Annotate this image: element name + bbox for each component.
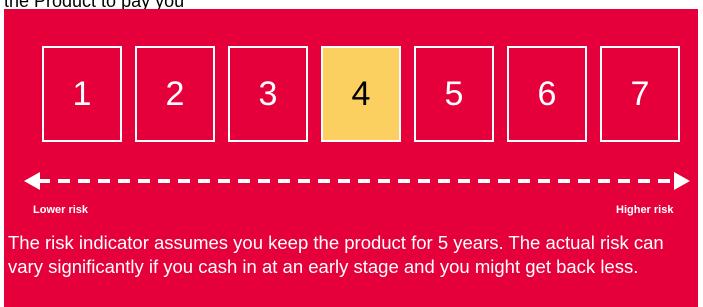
lower-risk-label: Lower risk bbox=[33, 204, 89, 216]
risk-class-box: 7 bbox=[600, 46, 680, 142]
risk-note: The risk indicator assumes you keep the … bbox=[8, 232, 664, 277]
arrow-right-icon bbox=[674, 172, 690, 190]
risk-class-box: 5 bbox=[414, 46, 494, 142]
risk-class-box-selected: 4 bbox=[321, 46, 401, 142]
risk-class-box: 2 bbox=[135, 46, 215, 142]
risk-indicator-page: the Product to pay you 1 2 3 4 5 6 7 Low… bbox=[0, 0, 703, 307]
risk-class-box: 6 bbox=[507, 46, 587, 142]
risk-indicator-panel: 1 2 3 4 5 6 7 Lower risk Higher risk The… bbox=[4, 9, 698, 307]
risk-scale: 1 2 3 4 5 6 7 bbox=[42, 46, 682, 146]
arrow-left-icon bbox=[24, 172, 40, 190]
risk-class-box: 1 bbox=[42, 46, 122, 142]
higher-risk-label: Higher risk bbox=[616, 204, 674, 216]
risk-scale-arrow bbox=[24, 172, 690, 190]
risk-class-box: 3 bbox=[228, 46, 308, 142]
